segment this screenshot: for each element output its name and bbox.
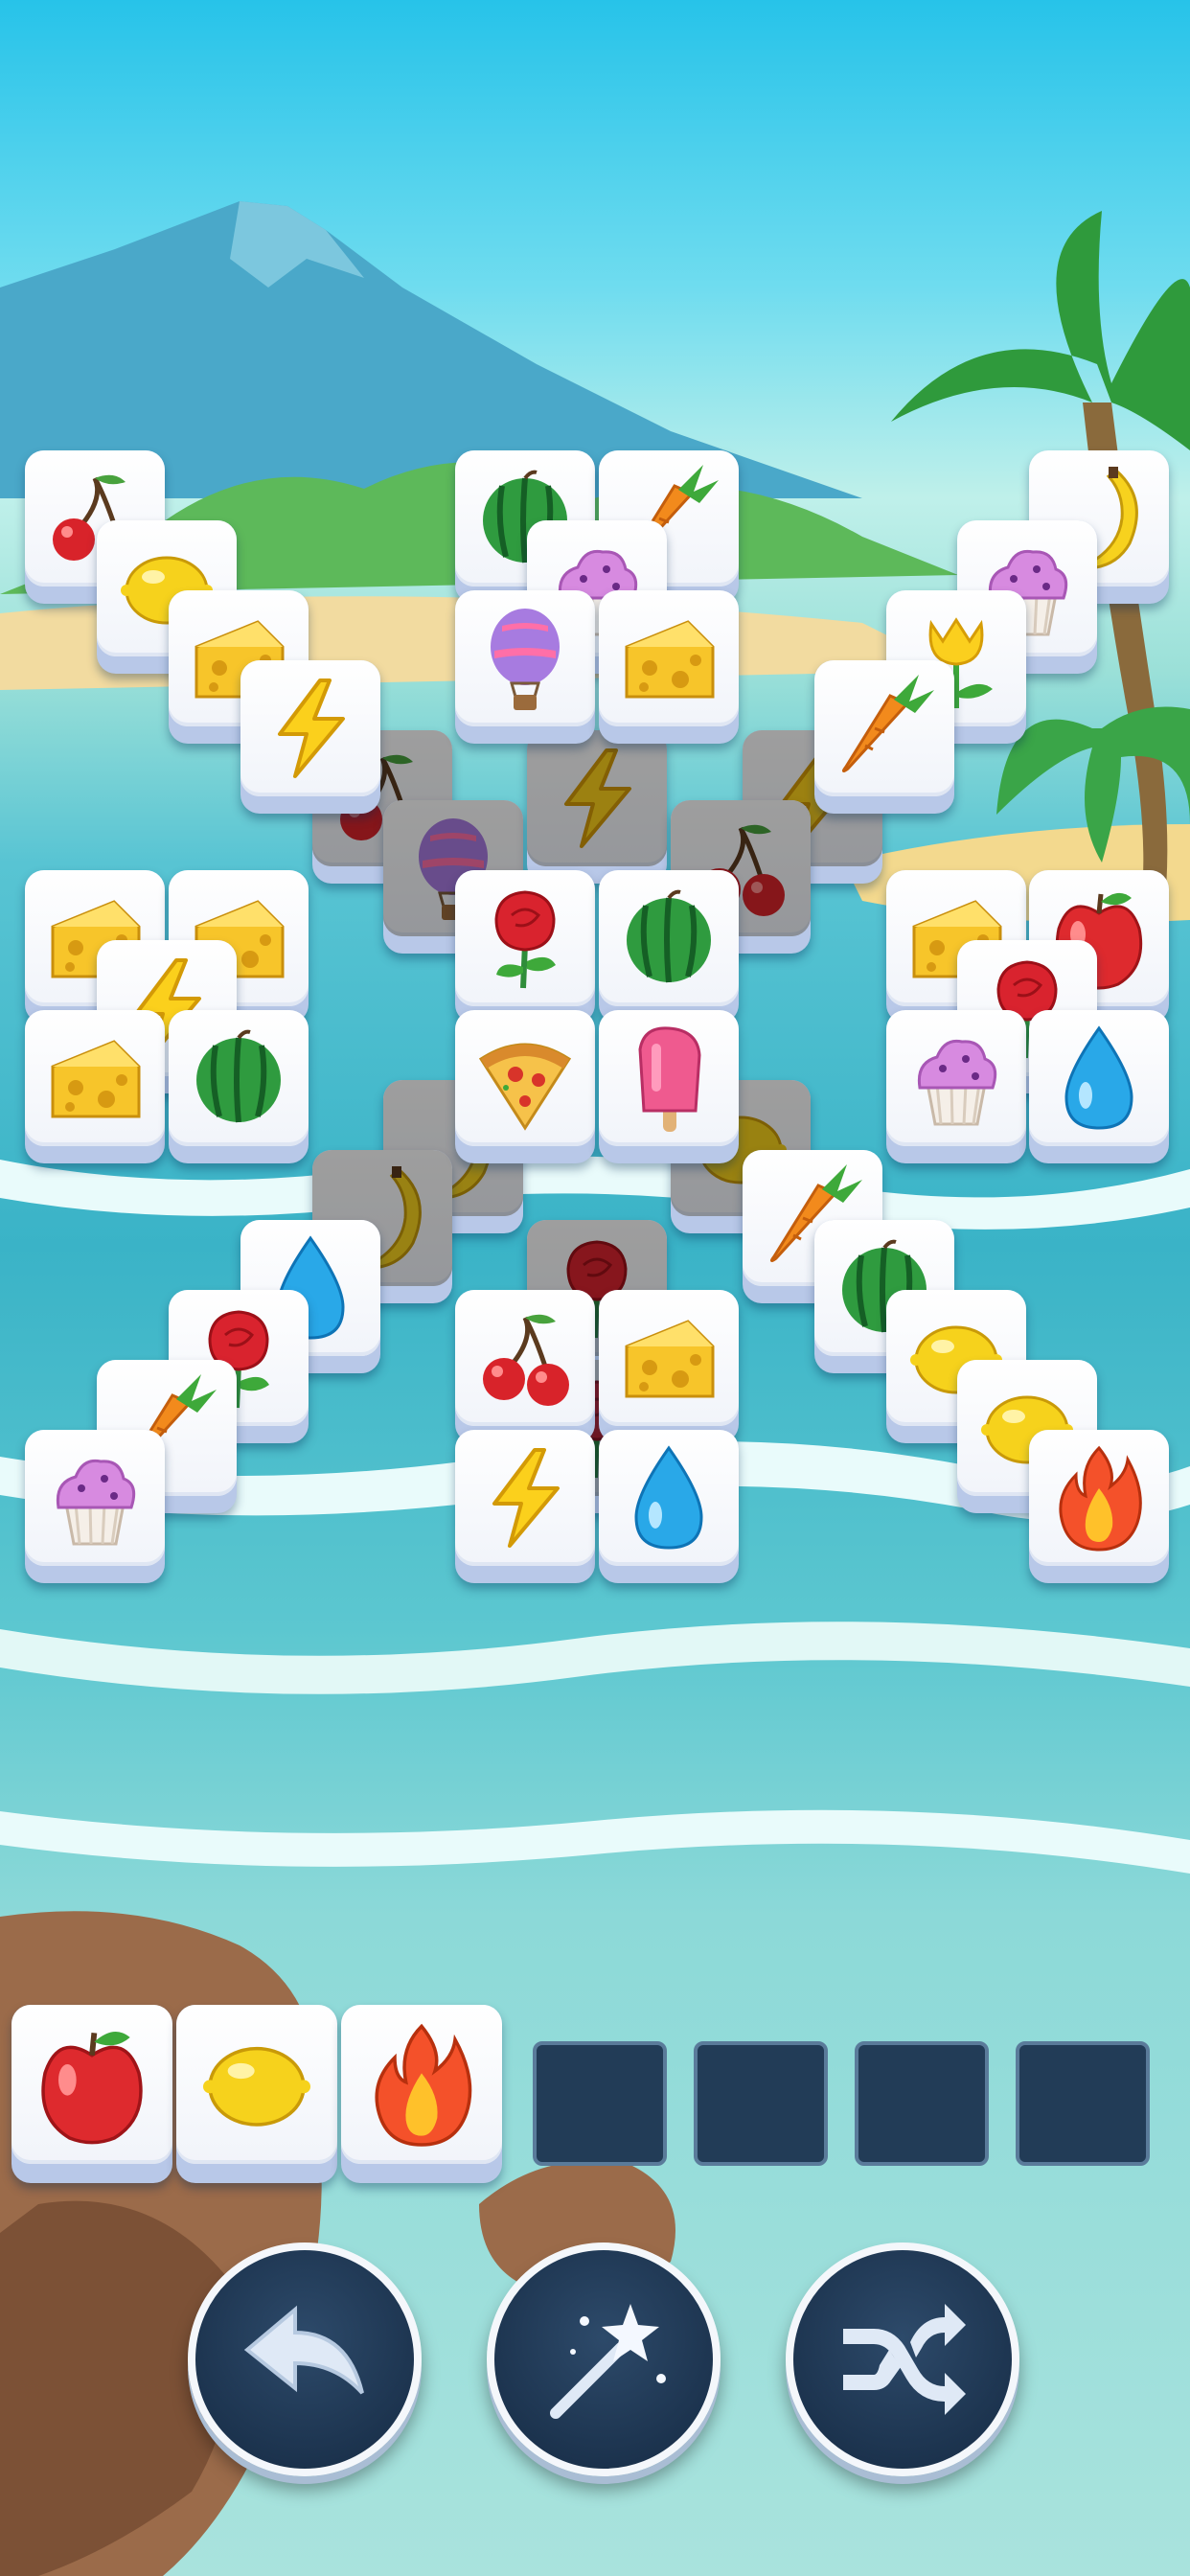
- lightning-icon: [492, 1448, 561, 1548]
- cherry-icon: [483, 1314, 570, 1406]
- pizza-icon: [479, 1043, 572, 1131]
- wave-band-4: [0, 1809, 1190, 1874]
- shuffle-icon: [843, 2304, 966, 2415]
- fire-icon: [1059, 1445, 1143, 1552]
- cheese-icon: [625, 620, 715, 699]
- board-tile-balloon[interactable]: [455, 590, 596, 744]
- board-tile-cheese[interactable]: [25, 1010, 165, 1163]
- apple-icon: [41, 2032, 143, 2145]
- undo-arrow-icon: [243, 2305, 364, 2395]
- lightning-icon: [277, 678, 345, 778]
- tray-tile-fire: [341, 2005, 502, 2183]
- board-tile-cheese[interactable]: [599, 1290, 740, 1443]
- cupcake-icon: [917, 1039, 996, 1126]
- wave-band: [0, 1156, 1190, 1230]
- board-tile-cupcake[interactable]: [25, 1430, 165, 1583]
- board-tile-cupcake[interactable]: [885, 1010, 1026, 1163]
- fire-icon: [375, 2023, 472, 2147]
- popsicle-icon: [638, 1026, 701, 1132]
- board-tile-water-drop[interactable]: [599, 1430, 740, 1583]
- balloon-icon: [491, 609, 561, 710]
- tray-tile-apple: [11, 2005, 172, 2183]
- lightning-icon: [564, 748, 632, 848]
- lemon-icon: [203, 2046, 310, 2127]
- hint-button[interactable]: [487, 2242, 721, 2476]
- shuffle-button[interactable]: [786, 2242, 1019, 2476]
- watermelon-icon: [627, 889, 712, 983]
- board-tile-popsicle[interactable]: [599, 1010, 740, 1163]
- board-tile-lightning: [527, 730, 668, 884]
- cheese-icon: [625, 1320, 715, 1398]
- board-tile-lightning[interactable]: [240, 660, 380, 814]
- magic-wand-icon: [550, 2304, 666, 2419]
- palm-leaves: [891, 211, 1190, 450]
- board-tile-rose[interactable]: [455, 870, 596, 1024]
- board-tile-cheese[interactable]: [599, 590, 740, 744]
- water-drop-icon: [1064, 1025, 1133, 1130]
- undo-button[interactable]: [188, 2242, 422, 2476]
- water-drop-icon: [634, 1445, 703, 1550]
- empty-tray-slot: [694, 2041, 828, 2166]
- empty-tray-slot: [1016, 2041, 1150, 2166]
- rose-icon: [494, 890, 557, 989]
- board-tile-lightning[interactable]: [455, 1430, 596, 1583]
- board-tile-fire[interactable]: [1029, 1430, 1170, 1583]
- board-tile-watermelon[interactable]: [599, 870, 740, 1024]
- empty-tray-slot: [533, 2041, 667, 2166]
- board-tile-cherry[interactable]: [455, 1290, 596, 1443]
- cupcake-icon: [56, 1459, 136, 1546]
- empty-tray-slot: [855, 2041, 989, 2166]
- board-tile-carrot[interactable]: [813, 660, 954, 814]
- cheese-icon: [51, 1040, 141, 1118]
- board-tile-watermelon[interactable]: [168, 1010, 309, 1163]
- board-tile-water-drop[interactable]: [1029, 1010, 1170, 1163]
- wave-band-3: [0, 1622, 1190, 1694]
- tray-tile-lemon: [176, 2005, 337, 2183]
- carrot-icon: [841, 675, 934, 773]
- board-tile-pizza[interactable]: [455, 1010, 596, 1163]
- watermelon-icon: [195, 1029, 281, 1123]
